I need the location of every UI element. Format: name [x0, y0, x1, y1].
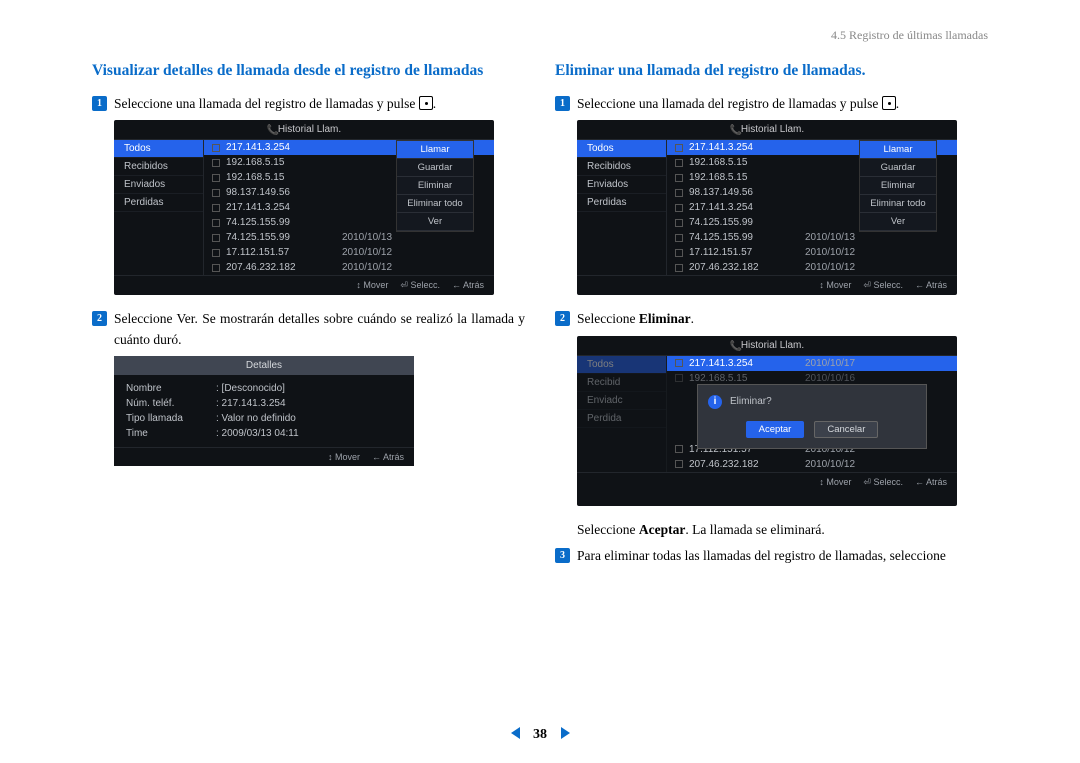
- right-step-2: 2 Seleccione Eliminar.: [555, 309, 988, 329]
- sim-list: 217.141.3.254 192.168.5.15 192.168.5.15 …: [204, 140, 494, 275]
- page-number: 38: [533, 727, 547, 742]
- cancel-button[interactable]: Cancelar: [814, 421, 878, 438]
- list-item: 207.46.232.1822010/10/12: [667, 457, 957, 472]
- left-step-1: 1 Seleccione una llamada del registro de…: [92, 94, 525, 114]
- footer-mover: ↕ Mover: [328, 452, 360, 462]
- confirm-text: Eliminar?: [730, 396, 772, 407]
- call-history-panel-confirm: 📞Historial Llam. Todos Recibid Enviadc P…: [577, 336, 957, 506]
- prev-page-icon[interactable]: [511, 727, 520, 739]
- menu-ver[interactable]: Ver: [397, 213, 473, 231]
- list-item[interactable]: 17.112.151.572010/10/12: [204, 245, 494, 260]
- menu-eliminar-todo[interactable]: Eliminar todo: [860, 195, 936, 213]
- menu-ver[interactable]: Ver: [860, 213, 936, 231]
- list-item[interactable]: 17.112.151.572010/10/12: [667, 245, 957, 260]
- sim-sidebar: Todos Recibidos Enviados Perdidas: [114, 140, 204, 275]
- menu-llamar[interactable]: Llamar: [397, 141, 473, 159]
- next-page-icon[interactable]: [561, 727, 570, 739]
- phone-icon: 📞: [730, 125, 738, 133]
- confirm-dialog: i Eliminar? Aceptar Cancelar: [697, 384, 927, 449]
- info-icon: i: [708, 395, 722, 409]
- step-badge-2: 2: [555, 311, 570, 326]
- footer-atras: ← Atrás: [372, 452, 404, 462]
- call-history-panel-left: 📞Historial Llam. Todos Recibidos Enviado…: [114, 120, 494, 295]
- sidebar-item-enviados[interactable]: Enviados: [114, 176, 203, 194]
- left-step-2: 2 Seleccione Ver. Se mostrarán detalles …: [92, 309, 525, 350]
- step-badge-1: 1: [555, 96, 570, 111]
- step-badge-2: 2: [92, 311, 107, 326]
- call-history-panel-right: 📞Historial Llam. Todos Recibidos Enviado…: [577, 120, 957, 295]
- list-item[interactable]: 74.125.155.992010/10/13: [204, 230, 494, 245]
- details-title: Detalles: [114, 356, 414, 375]
- right-step-1: 1 Seleccione una llamada del registro de…: [555, 94, 988, 114]
- sidebar-item-recibidos[interactable]: Recibidos: [577, 158, 666, 176]
- list-item[interactable]: 74.125.155.992010/10/13: [667, 230, 957, 245]
- context-menu: Llamar Guardar Eliminar Eliminar todo Ve…: [396, 140, 474, 232]
- detail-row: Tipo llamada: Valor no definido: [126, 411, 402, 426]
- right-after2: Seleccione Aceptar. La llamada se elimin…: [577, 520, 988, 540]
- menu-eliminar[interactable]: Eliminar: [860, 177, 936, 195]
- step-badge-1: 1: [92, 96, 107, 111]
- left-title: Visualizar detalles de llamada desde el …: [92, 62, 525, 80]
- details-panel: Detalles Nombre: [Desconocido] Núm. telé…: [114, 356, 414, 466]
- detail-row: Núm. teléf.: 217.141.3.254: [126, 396, 402, 411]
- detail-row: Nombre: [Desconocido]: [126, 381, 402, 396]
- sidebar-item-enviados[interactable]: Enviados: [577, 176, 666, 194]
- left-step1-text: Seleccione una llamada del registro de l…: [114, 96, 419, 111]
- list-item[interactable]: 207.46.232.1822010/10/12: [667, 260, 957, 275]
- footer-atras: ← Atrás: [452, 280, 484, 291]
- enter-key-icon: [419, 96, 433, 110]
- right-title: Eliminar una llamada del registro de lla…: [555, 62, 988, 80]
- menu-guardar[interactable]: Guardar: [860, 159, 936, 177]
- sidebar-item-perdidas[interactable]: Perdidas: [577, 194, 666, 212]
- accept-button[interactable]: Aceptar: [746, 421, 805, 438]
- menu-eliminar[interactable]: Eliminar: [397, 177, 473, 195]
- list-item[interactable]: 207.46.232.1822010/10/12: [204, 260, 494, 275]
- menu-guardar[interactable]: Guardar: [397, 159, 473, 177]
- menu-llamar[interactable]: Llamar: [860, 141, 936, 159]
- right-column: Eliminar una llamada del registro de lla…: [555, 62, 988, 572]
- detail-row: Time: 2009/03/13 04:11: [126, 426, 402, 441]
- enter-key-icon: [882, 96, 896, 110]
- phone-icon: 📞: [267, 125, 275, 133]
- footer-selecc: ⏎ Selecc.: [400, 280, 440, 291]
- context-menu: Llamar Guardar Eliminar Eliminar todo Ve…: [859, 140, 937, 232]
- list-item: 217.141.3.2542010/10/17: [667, 356, 957, 371]
- footer-mover: ↕ Mover: [356, 280, 388, 291]
- breadcrumb: 4.5 Registro de últimas llamadas: [831, 28, 988, 43]
- left-column: Visualizar detalles de llamada desde el …: [92, 62, 525, 572]
- right-step-3: 3 Para eliminar todas las llamadas del r…: [555, 546, 988, 566]
- phone-icon: 📞: [730, 341, 738, 349]
- sidebar-item-perdidas[interactable]: Perdidas: [114, 194, 203, 212]
- sidebar-item-recibidos[interactable]: Recibidos: [114, 158, 203, 176]
- menu-eliminar-todo[interactable]: Eliminar todo: [397, 195, 473, 213]
- sidebar-item-todos[interactable]: Todos: [577, 140, 666, 158]
- step-badge-3: 3: [555, 548, 570, 563]
- sidebar-item-todos[interactable]: Todos: [114, 140, 203, 158]
- pager: 38: [0, 727, 1080, 743]
